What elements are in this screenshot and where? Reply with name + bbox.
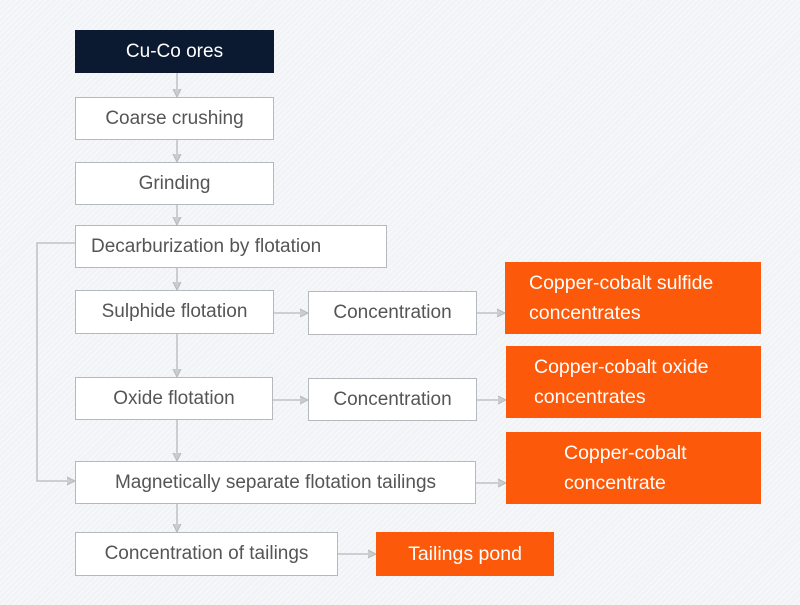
node-decarburization: Decarburization by flotation [75,225,387,268]
node-concentration-oxide: Concentration [308,378,477,421]
node-tailings-pond: Tailings pond [376,532,554,576]
node-magnetic-separation: Magnetically separate flotation tailings [75,461,476,504]
node-oxide-concentrates: Copper-cobalt oxide concentrates [506,346,761,418]
oxide-concentrates-line2: concentrates [534,386,646,408]
node-grinding: Grinding [75,162,274,205]
arrow-decarb-bypass [36,242,75,481]
sulfide-concentrates-line2: concentrates [529,302,641,324]
sulfide-concentrates-line1: Copper-cobalt sulfide [529,272,714,294]
node-sulfide-concentrates: Copper-cobalt sulfide concentrates [505,262,761,334]
node-coarse-crushing: Coarse crushing [75,97,274,140]
oxide-concentrates-line1: Copper-cobalt oxide [534,356,709,378]
node-cu-co-ores: Cu-Co ores [75,30,274,73]
node-concentration-sulphide: Concentration [308,291,477,335]
node-cobalt-concentrate: Copper-cobalt concentrate [506,432,761,504]
cobalt-concentrate-line2: concentrate [564,472,666,494]
node-tailings-concentration: Concentration of tailings [75,532,338,576]
node-oxide-flotation: Oxide flotation [75,377,273,420]
cobalt-concentrate-line1: Copper-cobalt [564,442,687,464]
node-sulphide-flotation: Sulphide flotation [75,290,274,334]
